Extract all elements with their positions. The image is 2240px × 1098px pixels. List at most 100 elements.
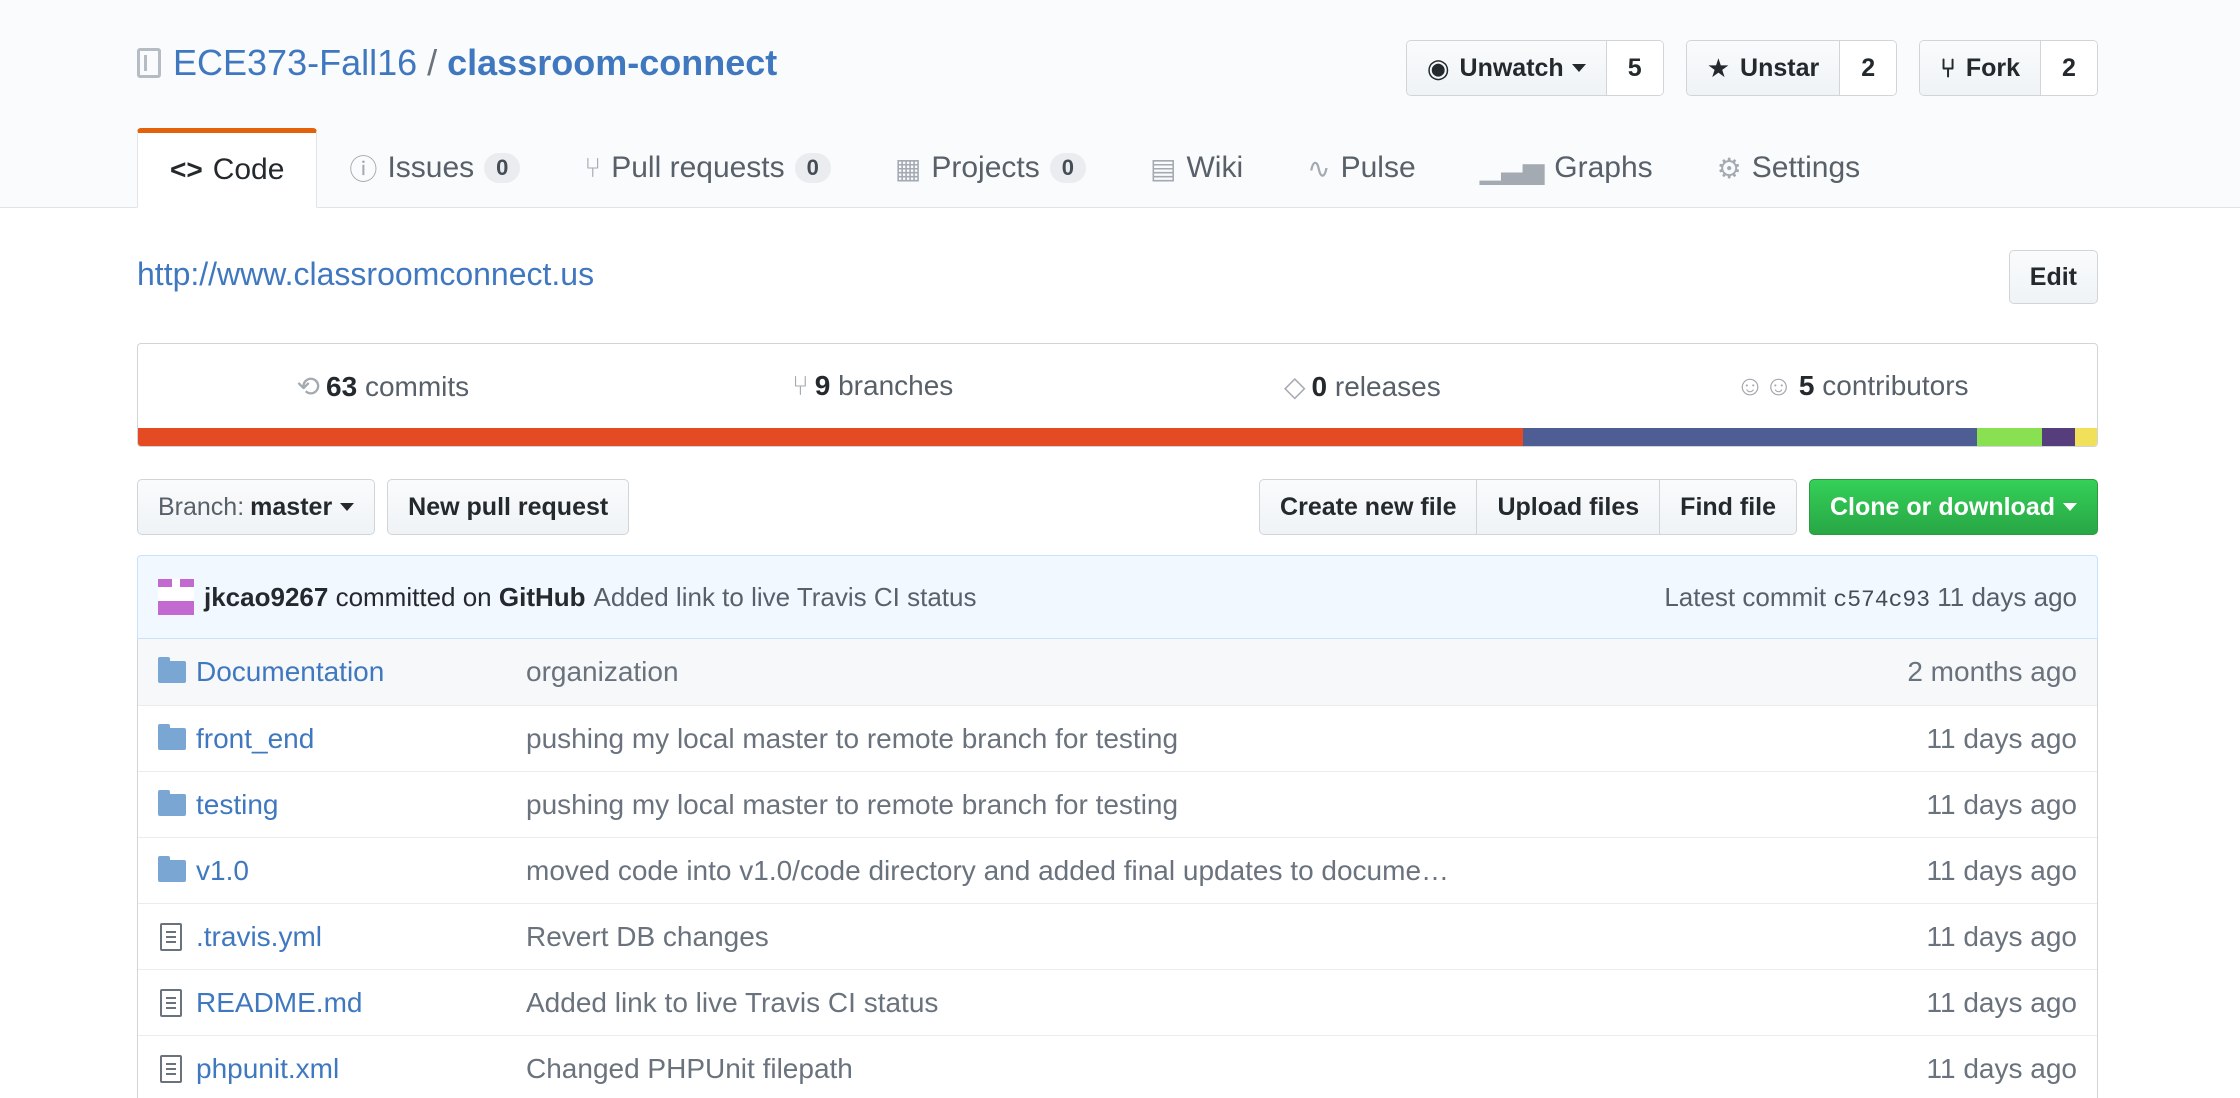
repo-separator: / bbox=[427, 42, 438, 83]
table-row: .travis.yml Revert DB changes 11 days ago bbox=[138, 903, 2097, 969]
file-age: 11 days ago bbox=[1926, 1052, 2078, 1084]
avatar[interactable] bbox=[158, 579, 194, 615]
file-commit-message-link[interactable]: pushing my local master to remote branch… bbox=[526, 723, 1827, 755]
file-name-link[interactable]: front_end bbox=[196, 723, 526, 755]
tab-wiki-label: Wiki bbox=[1186, 151, 1244, 184]
file-age: 11 days ago bbox=[1926, 722, 2078, 754]
tab-projects[interactable]: ▦ Projects 0 bbox=[863, 128, 1118, 208]
create-new-file-button[interactable]: Create new file bbox=[1259, 479, 1478, 535]
file-name-link[interactable]: v1.0 bbox=[196, 855, 526, 887]
repo-description: http://www.classroomconnect.us Edit bbox=[137, 208, 2098, 343]
file-icon bbox=[158, 1054, 186, 1083]
folder-icon bbox=[158, 789, 186, 816]
tab-issues[interactable]: ⓘ Issues 0 bbox=[317, 128, 552, 208]
file-commit-message-link[interactable]: Changed PHPUnit filepath bbox=[526, 1053, 1827, 1085]
chevron-down-icon bbox=[1571, 64, 1586, 72]
tab-settings[interactable]: ⚙ Settings bbox=[1685, 128, 1893, 208]
repo-title: ECE373-Fall16 / classroom-connect bbox=[137, 42, 777, 84]
new-pull-request-button[interactable]: New pull request bbox=[387, 479, 630, 535]
edit-button[interactable]: Edit bbox=[2008, 250, 2098, 304]
tab-pulse[interactable]: ∿ Pulse bbox=[1275, 128, 1448, 208]
commit-sha-link[interactable]: c574c93 bbox=[1833, 587, 1930, 613]
file-commit-message-link[interactable]: moved code into v1.0/code directory and … bbox=[526, 855, 1827, 887]
tab-projects-label: Projects bbox=[931, 151, 1040, 184]
commit-author-link[interactable]: jkcao9267 bbox=[204, 582, 328, 613]
commit-message-link[interactable]: Added link to live Travis CI status bbox=[594, 582, 977, 613]
tab-wiki[interactable]: ▤ Wiki bbox=[1118, 128, 1275, 208]
homepage-link[interactable]: http://www.classroomconnect.us bbox=[137, 256, 594, 293]
commits-link[interactable]: ⟲ 63 commits bbox=[138, 370, 628, 403]
file-age: 11 days ago bbox=[1926, 788, 2078, 820]
releases-count: 0 bbox=[1311, 370, 1328, 402]
file-name-link[interactable]: .travis.yml bbox=[196, 921, 526, 953]
fork-button[interactable]: ⑂ Fork bbox=[1920, 41, 2041, 95]
repo-name-link[interactable]: classroom-connect bbox=[447, 42, 777, 84]
repo-owner-link[interactable]: ECE373-Fall16 bbox=[173, 42, 417, 84]
table-row: phpunit.xml Changed PHPUnit filepath 11 da… bbox=[138, 1035, 2097, 1098]
tab-code[interactable]: <> Code bbox=[137, 128, 318, 208]
releases-label: releases bbox=[1334, 370, 1441, 402]
file-name-link[interactable]: testing bbox=[196, 789, 526, 821]
fork-icon: ⑂ bbox=[1940, 52, 1956, 83]
pulse-icon: ∿ bbox=[1307, 152, 1331, 184]
tab-graphs[interactable]: ▁▃▅ Graphs bbox=[1448, 128, 1685, 208]
file-name-link[interactable]: README.md bbox=[196, 987, 526, 1019]
unwatch-label: Unwatch bbox=[1459, 53, 1564, 82]
unstar-button[interactable]: ★ Unstar bbox=[1686, 41, 1841, 95]
issues-counter: 0 bbox=[484, 153, 521, 183]
table-row: v1.0 moved code into v1.0/code directory … bbox=[138, 837, 2097, 903]
repo-icon bbox=[137, 48, 161, 78]
releases-link[interactable]: ◇ 0 releases bbox=[1118, 370, 1608, 403]
book-icon: ▤ bbox=[1150, 152, 1177, 184]
file-name-link[interactable]: phpunit.xml bbox=[196, 1053, 526, 1085]
file-commit-message-link[interactable]: organization bbox=[526, 656, 1827, 688]
repo-actions: ◉ Unwatch 5 ★ Unstar 2 ⑂ Fork 2 bbox=[1405, 40, 2098, 96]
clone-or-download-button[interactable]: Clone or download bbox=[1809, 479, 2098, 535]
file-commit-message-link[interactable]: Revert DB changes bbox=[526, 921, 1827, 953]
branches-label: branches bbox=[838, 370, 954, 401]
language-bar[interactable] bbox=[138, 428, 2097, 446]
star-group: ★ Unstar 2 bbox=[1685, 40, 1898, 96]
file-commit-message-link[interactable]: Added link to live Travis CI status bbox=[526, 987, 1827, 1019]
language-segment[interactable] bbox=[1523, 428, 1978, 446]
language-segment[interactable] bbox=[2075, 428, 2097, 446]
tab-pull-requests[interactable]: ⑂ Pull requests 0 bbox=[552, 128, 863, 208]
repo-summary: ⟲ 63 commits ⑂ 9 branches ◇ 0 releases ☺☺ 5 … bbox=[137, 343, 2098, 447]
find-file-button[interactable]: Find file bbox=[1659, 479, 1797, 535]
language-segment[interactable] bbox=[138, 428, 1523, 446]
forks-count[interactable]: 2 bbox=[2041, 41, 2097, 95]
watchers-count[interactable]: 5 bbox=[1606, 41, 1663, 95]
clone-label: Clone or download bbox=[1830, 492, 2055, 521]
contributors-count: 5 bbox=[1798, 370, 1815, 401]
branches-count: 9 bbox=[814, 370, 831, 401]
language-segment[interactable] bbox=[1977, 428, 2043, 446]
star-icon: ★ bbox=[1706, 52, 1731, 83]
upload-files-button[interactable]: Upload files bbox=[1476, 479, 1661, 535]
language-segment[interactable] bbox=[2042, 428, 2076, 446]
table-row: README.md Added link to live Travis CI st… bbox=[138, 969, 2097, 1035]
chevron-down-icon bbox=[2063, 503, 2077, 511]
branches-link[interactable]: ⑂ 9 branches bbox=[628, 370, 1118, 402]
repo-nav: <> Code ⓘ Issues 0 ⑂ Pull requests 0 ▦ P… bbox=[137, 128, 1892, 208]
file-age: 2 months ago bbox=[1907, 656, 2077, 687]
unstar-label: Unstar bbox=[1740, 53, 1820, 82]
committed-on-text: committed on bbox=[335, 581, 492, 612]
tab-graphs-label: Graphs bbox=[1554, 151, 1653, 184]
latest-commit-age: 11 days ago bbox=[1937, 581, 2077, 612]
branch-select[interactable]: Branch: master bbox=[137, 479, 376, 535]
commits-label: commits bbox=[364, 370, 470, 402]
branch-icon: ⑂ bbox=[791, 370, 809, 401]
file-age: 11 days ago bbox=[1926, 854, 2078, 886]
unwatch-button[interactable]: ◉ Unwatch bbox=[1406, 41, 1607, 95]
file-commit-message-link[interactable]: pushing my local master to remote branch… bbox=[526, 789, 1827, 821]
contributors-link[interactable]: ☺☺ 5 contributors bbox=[1607, 370, 2097, 402]
file-name-link[interactable]: Documentation bbox=[196, 656, 526, 688]
tab-pull-requests-label: Pull requests bbox=[611, 151, 785, 184]
latest-commit-bar: jkcao9267 committed on GitHub Added link… bbox=[137, 555, 2098, 639]
people-icon: ☺☺ bbox=[1735, 370, 1793, 401]
stargazers-count[interactable]: 2 bbox=[1840, 41, 1897, 95]
issue-icon: ⓘ bbox=[349, 154, 378, 185]
branch-prefix: Branch: bbox=[158, 492, 245, 521]
eye-icon: ◉ bbox=[1426, 52, 1450, 83]
tab-issues-label: Issues bbox=[387, 151, 475, 184]
